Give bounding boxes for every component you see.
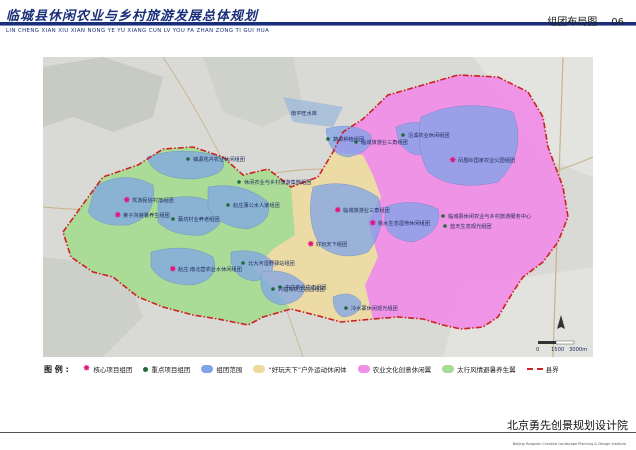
key-cluster-dot-icon[interactable]	[344, 306, 348, 310]
core-cluster-star-icon[interactable]: ✸	[307, 240, 315, 250]
key-cluster-dot-icon[interactable]	[186, 157, 190, 161]
county-border-swatch	[526, 368, 543, 370]
key-cluster-dot-icon[interactable]	[401, 133, 405, 137]
legend-item: “好玩天下”户外运动休闲体	[253, 364, 347, 374]
cluster-label: 蔡坊村业养老组团	[178, 215, 220, 223]
legend-label: 农业文化创意休闲翼	[372, 366, 432, 374]
key-cluster-dot-icon[interactable]	[171, 217, 175, 221]
cluster-label: 赵庄蒲公水人家组团	[233, 201, 280, 209]
legend-label: “好玩天下”户外运动休闲体	[268, 366, 347, 374]
cluster-label: 莱子沟避暑养生组团	[123, 211, 170, 219]
cluster-layout-map[interactable]: 南平旺水库 镇源花卉农业休闲组团蔬菜种植组团沿溪农业休闲组团临城旅游业三角组团✸…	[43, 57, 593, 357]
taihang-zone-swatch	[442, 365, 455, 373]
cluster-range[interactable]	[418, 105, 519, 186]
key-cluster-dot-icon[interactable]	[237, 180, 241, 184]
key-cluster-dot-icon[interactable]	[241, 261, 245, 265]
agri-zone-swatch	[357, 365, 370, 373]
cluster-label: 北大河湿野驿站组团	[248, 259, 295, 267]
legend: 图 例 : ✸ 核心项目组团 重点项目组团 组团范围 “好玩天下”户外运动休闲体 …	[44, 362, 604, 376]
cluster-label: 临城旅游业三角组团	[343, 206, 390, 214]
footer-org: 北京勇先创景规划设计院	[507, 419, 628, 432]
legend-label: 太行风情避暑养生翼	[457, 366, 516, 374]
cluster-label: 休闲农业与乡村旅游集散组团	[244, 178, 311, 186]
legend-label: 县界	[545, 366, 559, 374]
cluster-label: 蓝天生态观光组团	[450, 222, 492, 230]
cluster-label: 兴临有机生态园组团	[278, 285, 325, 293]
core-cluster-star-icon[interactable]: ✸	[334, 206, 342, 216]
legend-label: 重点项目组团	[151, 366, 191, 374]
core-cluster-star-icon[interactable]: ✸	[449, 156, 457, 166]
legend-item: 县界	[526, 364, 559, 374]
reservoir-label: 南平旺水库	[291, 109, 317, 117]
key-cluster-dot-icon[interactable]	[441, 214, 445, 218]
cluster-label: 桃水生态湿地休闲组团	[378, 219, 430, 227]
key-cluster-dot-icon[interactable]	[226, 203, 230, 207]
section-name: 组团布局图	[547, 17, 598, 28]
legend-title: 图 例 :	[44, 364, 69, 374]
key-cluster-dot-icon[interactable]	[443, 224, 447, 228]
core-cluster-star-icon[interactable]: ✸	[123, 196, 131, 206]
cluster-label: 临城县休闲农业与乡村旅游服务中心	[448, 212, 531, 220]
section-label: 组团布局图 06	[547, 13, 624, 28]
legend-item: 太行风情避暑养生翼	[442, 364, 516, 374]
legend-label: 组团范围	[216, 366, 243, 374]
scale-label: 1500	[551, 347, 564, 353]
cluster-label: 蔬菜种植组团	[333, 135, 364, 143]
page-number: 06	[611, 17, 624, 28]
key-cluster-dot-icon[interactable]	[326, 137, 330, 141]
core-cluster-star-icon: ✸	[82, 364, 91, 374]
footer-org-en: Beijing Yongxian Creative Landscape Plan…	[512, 442, 626, 446]
core-cluster-star-icon[interactable]: ✸	[169, 265, 177, 275]
cluster-range-swatch	[201, 365, 214, 373]
cluster-label: 好玩天下组团	[316, 240, 347, 248]
scale-label: 0	[536, 347, 539, 353]
cluster-label: 驾游民俗村落组团	[132, 196, 174, 204]
cluster-label: 临城旅游业三角组团	[361, 138, 408, 146]
key-cluster-dot-icon[interactable]	[271, 287, 275, 291]
legend-item: 组团范围	[201, 364, 242, 374]
cluster-label: 赵庄·南北营农业水休闲组团	[178, 265, 242, 273]
core-cluster-star-icon[interactable]: ✸	[114, 211, 122, 221]
scale-seg	[538, 341, 556, 344]
scale-seg	[555, 340, 575, 345]
key-cluster-dot-icon[interactable]	[354, 140, 358, 144]
legend-item: 重点项目组团	[143, 364, 190, 374]
legend-item: ✸ 核心项目组团	[83, 364, 133, 374]
cluster-label: 沿溪农业休闲组团	[408, 131, 450, 139]
page-title-pinyin: LIN CHENG XIAN XIU XIAN NONG YE YU XIANG…	[6, 28, 270, 34]
cluster-label: 冷水寨休闲观光组团	[351, 304, 398, 312]
core-cluster-star-icon[interactable]: ✸	[369, 219, 377, 229]
legend-label: 核心项目组团	[93, 366, 133, 374]
outdoor-zone-swatch	[253, 365, 266, 373]
key-cluster-dot-icon	[143, 366, 149, 372]
header-rule-thin	[0, 25, 636, 26]
scale-label: 3000m	[569, 347, 587, 353]
legend-item: 农业文化创意休闲翼	[357, 364, 432, 374]
cluster-label: 镇源花卉农业休闲组团	[193, 155, 245, 163]
cluster-label: 凤凰岭国家农业公园组团	[458, 156, 515, 164]
